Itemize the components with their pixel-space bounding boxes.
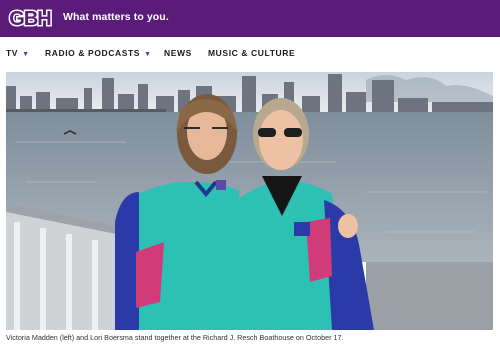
nav-item-label: TV <box>6 48 19 58</box>
nav-item-music-culture[interactable]: MUSIC & CULTURE <box>208 48 295 58</box>
article-photo <box>6 72 493 330</box>
nav-item-label: NEWS <box>164 48 192 58</box>
nav-item-label: RADIO & PODCASTS <box>45 48 141 58</box>
svg-text:GBH: GBH <box>9 8 51 30</box>
site-header: GBH What matters to you. <box>0 0 500 37</box>
photo-caption: Victoria Madden (left) and Lori Boersma … <box>6 333 344 342</box>
nav-item-tv[interactable]: TV ▼ <box>6 48 30 58</box>
site-tagline: What matters to you. <box>63 11 169 23</box>
nav-item-label: MUSIC & CULTURE <box>208 48 296 58</box>
nav-item-radio-podcasts[interactable]: RADIO & PODCASTS ▼ <box>45 48 152 58</box>
gbh-logo[interactable]: GBH <box>6 6 54 31</box>
nav-item-news[interactable]: NEWS <box>164 48 192 58</box>
main-nav: TV ▼ RADIO & PODCASTS ▼ NEWS MUSIC & CULTU… <box>0 37 500 70</box>
chevron-down-icon: ▼ <box>22 51 30 58</box>
photo-illustration <box>6 72 493 330</box>
chevron-down-icon: ▼ <box>144 51 152 58</box>
